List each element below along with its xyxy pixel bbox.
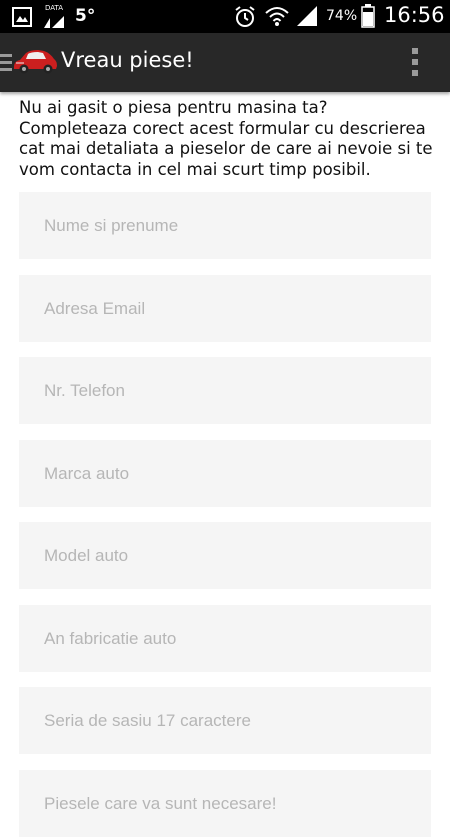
car-logo-icon[interactable] [12,49,58,79]
data-indicator-label: DATA [45,4,64,12]
email-field[interactable] [19,275,431,342]
mobile-data-icon [44,13,66,32]
app-action-bar: Vreau piese! [0,33,450,92]
request-form: Nu ai gasit o piesa pentru masina ta? Co… [0,92,450,837]
gallery-icon [12,7,32,31]
form-intro-text: Nu ai gasit o piesa pentru masina ta? Co… [19,98,433,179]
cell-signal-icon [297,6,319,30]
overflow-menu-icon[interactable] [411,48,419,80]
status-bar: DATA 5° 74% 16:56 [0,0,450,33]
wifi-icon [264,4,290,32]
manufacture-year-field[interactable] [19,605,431,672]
phone-field[interactable] [19,357,431,424]
car-make-field[interactable] [19,440,431,507]
battery-percent-text: 74% [326,8,358,24]
full-name-field[interactable] [19,192,431,259]
battery-icon [361,4,375,32]
drawer-menu-icon[interactable] [0,54,12,76]
app-title: Vreau piese! [61,48,194,72]
temperature-text: 5° [75,6,96,26]
car-model-field[interactable] [19,522,431,589]
parts-needed-field[interactable] [19,770,431,837]
clock-text: 16:56 [384,3,445,27]
vin-field[interactable] [19,687,431,754]
alarm-clock-icon [233,5,257,33]
